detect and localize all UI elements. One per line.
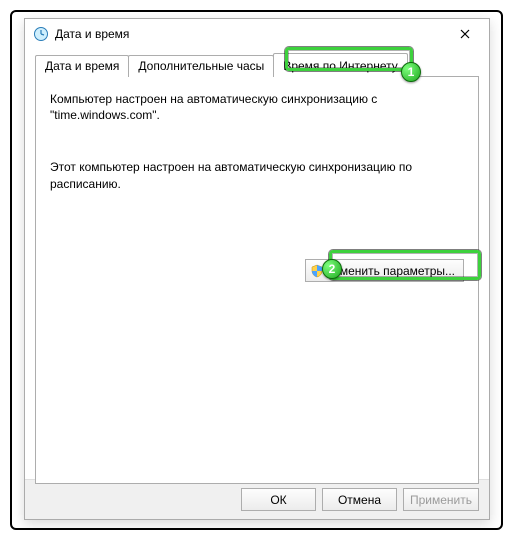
tab-date-time[interactable]: Дата и время bbox=[35, 55, 129, 77]
sync-server-text: Компьютер настроен на автоматическую син… bbox=[50, 91, 464, 123]
date-time-dialog: Дата и время Дата и время Дополнительные… bbox=[24, 18, 490, 520]
step-badge-2: 2 bbox=[322, 259, 342, 279]
close-button[interactable] bbox=[445, 20, 485, 48]
change-settings-label: Изменить параметры... bbox=[326, 264, 455, 278]
screenshot-frame: Дата и время Дата и время Дополнительные… bbox=[10, 10, 503, 530]
dialog-body: Дата и время Дополнительные часы Время п… bbox=[25, 49, 489, 479]
close-icon bbox=[460, 29, 470, 39]
dialog-footer: ОК Отмена Применить bbox=[25, 479, 489, 519]
cancel-button[interactable]: Отмена bbox=[322, 488, 397, 511]
step-badge-1: 1 bbox=[401, 62, 421, 82]
tab-additional-clocks[interactable]: Дополнительные часы bbox=[128, 55, 274, 77]
clock-icon bbox=[33, 26, 49, 42]
ok-button[interactable]: ОК bbox=[241, 488, 316, 511]
titlebar: Дата и время bbox=[25, 19, 489, 49]
tab-internet-time[interactable]: Время по Интернету bbox=[273, 53, 407, 77]
apply-button: Применить bbox=[403, 488, 479, 511]
sync-schedule-text: Этот компьютер настроен на автоматическу… bbox=[50, 159, 464, 191]
tab-panel-internet-time: Компьютер настроен на автоматическую син… bbox=[35, 76, 479, 484]
window-title: Дата и время bbox=[55, 27, 445, 41]
